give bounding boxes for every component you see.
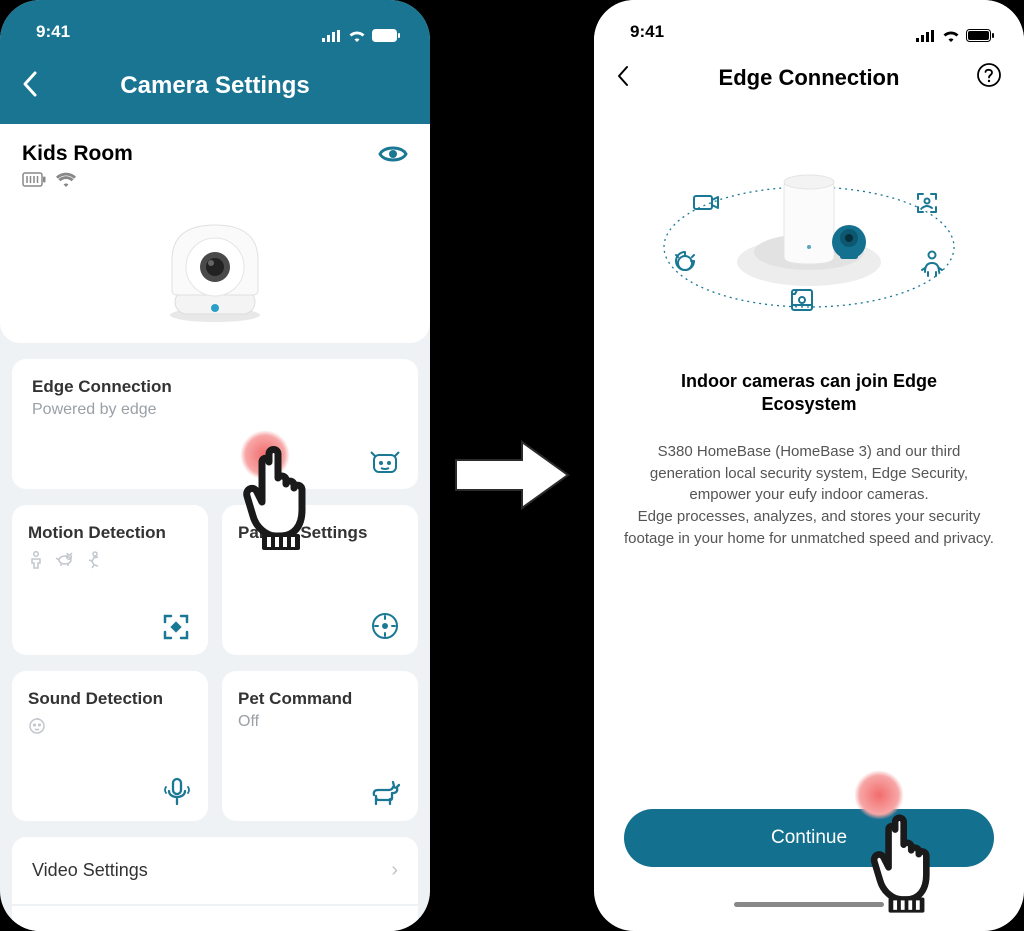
status-icons [322, 29, 400, 42]
tile-title: Motion Detection [28, 523, 192, 543]
tile-motion-detection[interactable]: Motion Detection [12, 505, 208, 655]
home-indicator[interactable] [734, 902, 884, 907]
wifi-icon [56, 172, 76, 187]
tile-title: Sound Detection [28, 689, 192, 709]
tile-pet-command[interactable]: Pet Command Off [222, 671, 418, 821]
row-label: Video Settings [32, 860, 148, 881]
dog-icon [370, 779, 400, 807]
target-icon [370, 611, 400, 641]
back-button[interactable] [616, 64, 630, 88]
tile-title: Edge Connection [32, 377, 398, 397]
ai-robot-icon [370, 449, 400, 475]
continue-label: Continue [771, 827, 847, 848]
back-button[interactable] [22, 70, 38, 98]
hand-cursor-icon [236, 444, 326, 554]
status-time: 9:41 [630, 22, 664, 42]
status-bar: 9:41 [594, 0, 1024, 48]
tile-subtitle: Off [238, 713, 402, 731]
body-text: S380 HomeBase (HomeBase 3) and our third… [616, 441, 1002, 550]
header: Edge Connection [594, 48, 1024, 108]
battery-icon [22, 172, 46, 187]
hero-illustration [616, 132, 1002, 322]
status-bar: 9:41 [0, 0, 430, 48]
help-button[interactable] [976, 62, 1002, 88]
running-icon [84, 551, 100, 569]
header: Camera Settings [0, 48, 430, 124]
screen-edge-connection: 9:41 Edge Connection [594, 0, 1024, 931]
focus-icon [162, 613, 190, 641]
device-card: Kids Room [0, 124, 430, 343]
microphone-icon [164, 777, 190, 807]
tile-edge-connection[interactable]: Edge Connection Powered by edge [12, 359, 418, 489]
status-time: 9:41 [36, 22, 70, 42]
pet-icon [54, 551, 74, 569]
page-title: Edge Connection [719, 65, 900, 91]
tile-sound-detection[interactable]: Sound Detection [12, 671, 208, 821]
page-title: Camera Settings [120, 72, 309, 100]
tile-title: Pet Command [238, 689, 402, 709]
status-icons [916, 29, 994, 42]
tile-subtitle: Powered by edge [32, 401, 398, 419]
device-name: Kids Room [22, 142, 133, 166]
chevron-right-icon: › [391, 859, 398, 882]
eye-icon[interactable] [378, 143, 408, 165]
row-audio-settings[interactable]: Audio Settings › [12, 906, 418, 931]
arrow-right-icon [452, 438, 572, 512]
hand-cursor-icon [864, 812, 949, 917]
heading: Indoor cameras can join Edge Ecosystem [616, 370, 1002, 417]
camera-image [22, 195, 408, 325]
row-video-settings[interactable]: Video Settings › [12, 837, 418, 904]
baby-icon [28, 717, 46, 735]
screen-camera-settings: 9:41 Camera Settings Kids Room [0, 0, 430, 931]
person-icon [28, 551, 44, 569]
